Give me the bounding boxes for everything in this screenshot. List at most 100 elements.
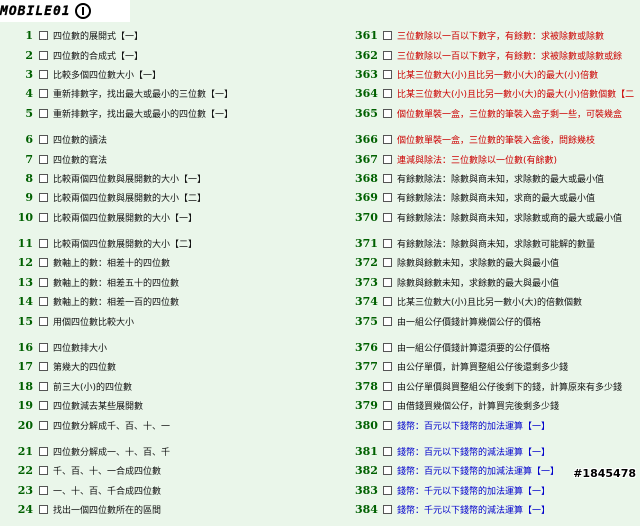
item-checkbox[interactable] xyxy=(383,135,392,145)
item-link[interactable]: 數軸上的數：相差十的四位數 xyxy=(53,256,170,269)
item-checkbox[interactable] xyxy=(39,401,48,411)
item-link[interactable]: 比較兩個四位數展開數的大小【二】 xyxy=(53,237,197,250)
item-link[interactable]: 第幾大的四位數 xyxy=(53,360,116,373)
item-checkbox[interactable] xyxy=(383,108,392,118)
item-checkbox[interactable] xyxy=(39,277,48,287)
item-link[interactable]: 連減與除法：三位數除以一位數(有餘數) xyxy=(397,153,557,166)
item-checkbox[interactable] xyxy=(39,258,48,268)
item-checkbox[interactable] xyxy=(383,297,392,307)
item-checkbox[interactable] xyxy=(383,447,392,456)
item-checkbox[interactable] xyxy=(383,89,392,99)
item-link[interactable]: 四位數的寫法 xyxy=(53,153,107,166)
item-checkbox[interactable] xyxy=(39,50,48,60)
item-link[interactable]: 數軸上的數：相差一百的四位數 xyxy=(53,295,179,308)
item-link[interactable]: 前三大(小)的四位數 xyxy=(53,380,132,393)
item-link[interactable]: 四位數的讀法 xyxy=(53,133,107,146)
item-number: 368 xyxy=(355,171,378,185)
item-number: 362 xyxy=(355,48,378,62)
item-link[interactable]: 比某三位數大(小)且比另一數小(大)的倍數個數 xyxy=(397,295,582,308)
item-link[interactable]: 比某三位數大(小)且比另一數小(大)的最大(小)倍數個數【二 xyxy=(397,87,634,100)
item-link[interactable]: 有餘數除法：除數與商未知，求除數可能解的數量 xyxy=(397,237,595,250)
item-link[interactable]: 三位數除以一百以下數字，有餘數：求被除數或除數或餘 xyxy=(397,49,622,62)
item-link[interactable]: 重新排數字，找出最大或最小的四位數【一】 xyxy=(53,107,233,120)
item-link[interactable]: 一、十、百、千合成四位數 xyxy=(53,484,161,497)
item-link[interactable]: 比較兩個四位數與展開數的大小【一】 xyxy=(53,172,206,185)
item-checkbox[interactable] xyxy=(383,316,392,326)
item-checkbox[interactable] xyxy=(383,343,392,353)
item-link[interactable]: 四位數排大小 xyxy=(53,341,107,354)
item-number: 364 xyxy=(355,87,378,101)
item-checkbox[interactable] xyxy=(39,362,48,372)
item-checkbox[interactable] xyxy=(383,362,392,372)
item-checkbox[interactable] xyxy=(383,69,392,79)
item-checkbox[interactable] xyxy=(383,154,392,164)
item-link[interactable]: 數軸上的數：相差五十的四位數 xyxy=(53,276,179,289)
item-checkbox[interactable] xyxy=(383,277,392,287)
item-checkbox[interactable] xyxy=(383,31,392,41)
item-checkbox[interactable] xyxy=(383,485,392,495)
item-link[interactable]: 用個四位數比較大小 xyxy=(53,315,134,328)
item-link[interactable]: 比較多個四位數大小【一】 xyxy=(53,68,161,81)
item-link[interactable]: 四位數分解成一、十、百、千 xyxy=(53,445,170,458)
item-checkbox[interactable] xyxy=(383,258,392,268)
item-checkbox[interactable] xyxy=(39,173,48,183)
item-link[interactable]: 錢幣：千元以下錢幣的加法運算【一】 xyxy=(397,484,550,497)
item-checkbox[interactable] xyxy=(39,297,48,307)
item-checkbox[interactable] xyxy=(39,108,48,118)
item-link[interactable]: 有餘數除法：除數與商未知，求除數或商的最大或最小值 xyxy=(397,211,622,224)
item-checkbox[interactable] xyxy=(383,505,392,515)
item-link[interactable]: 比較兩個四位數展開數的大小【一】 xyxy=(53,211,197,224)
item-link[interactable]: 比較兩個四位數與展開數的大小【二】 xyxy=(53,191,206,204)
item-checkbox[interactable] xyxy=(39,89,48,99)
item-checkbox[interactable] xyxy=(39,466,48,476)
item-checkbox[interactable] xyxy=(383,50,392,60)
item-checkbox[interactable] xyxy=(39,447,48,456)
item-link[interactable]: 錢幣：百元以下錢幣的加減法運算【一】 xyxy=(397,464,559,477)
item-link[interactable]: 錢幣：百元以下錢幣的減法運算【一】 xyxy=(397,445,550,458)
item-checkbox[interactable] xyxy=(39,135,48,145)
item-checkbox[interactable] xyxy=(39,239,48,249)
item-link[interactable]: 由公仔單價與買整組公仔後剩下的錢，計算原來有多少錢 xyxy=(397,380,622,393)
item-checkbox[interactable] xyxy=(39,381,48,391)
item-link[interactable]: 四位數的合成式【一】 xyxy=(53,49,143,62)
item-link[interactable]: 錢幣：千元以下錢幣的減法運算【一】 xyxy=(397,503,550,516)
item-link[interactable]: 有餘數除法：除數與商未知，求商的最大或最小值 xyxy=(397,191,595,204)
item-checkbox[interactable] xyxy=(383,381,392,391)
item-checkbox[interactable] xyxy=(383,173,392,183)
item-checkbox[interactable] xyxy=(39,154,48,164)
item-link[interactable]: 錢幣：百元以下錢幣的加法運算【一】 xyxy=(397,419,550,432)
item-link[interactable]: 由一組公仔價錢計算幾個公仔的價格 xyxy=(397,315,541,328)
item-checkbox[interactable] xyxy=(39,212,48,222)
item-checkbox[interactable] xyxy=(39,343,48,353)
item-link[interactable]: 千、百、十、一合成四位數 xyxy=(53,464,161,477)
item-checkbox[interactable] xyxy=(39,31,48,41)
item-checkbox[interactable] xyxy=(39,505,48,515)
item-checkbox[interactable] xyxy=(39,69,48,79)
item-checkbox[interactable] xyxy=(383,401,392,411)
item-checkbox[interactable] xyxy=(383,420,392,430)
item-link[interactable]: 有餘數除法：除數與商未知，求除數的最大或最小值 xyxy=(397,172,604,185)
item-number: 11 xyxy=(17,237,33,251)
item-checkbox[interactable] xyxy=(383,239,392,249)
item-checkbox[interactable] xyxy=(383,466,392,476)
item-checkbox[interactable] xyxy=(383,193,392,203)
item-link[interactable]: 由公仔單價，計算買整組公仔後還剩多少錢 xyxy=(397,360,568,373)
item-checkbox[interactable] xyxy=(383,212,392,222)
item-link[interactable]: 重新排數字，找出最大或最小的三位數【一】 xyxy=(53,87,233,100)
item-checkbox[interactable] xyxy=(39,420,48,430)
item-link[interactable]: 個位數單裝一盒，三位數的筆裝入盒子剩一些，可裝幾盒 xyxy=(397,107,622,120)
item-checkbox[interactable] xyxy=(39,193,48,203)
item-link[interactable]: 三位數除以一百以下數字，有餘數：求被除數或除數 xyxy=(397,29,604,42)
item-link[interactable]: 由借錢買幾個公仔，計算買完後剩多少錢 xyxy=(397,399,559,412)
item-checkbox[interactable] xyxy=(39,316,48,326)
item-link[interactable]: 四位數分解成千、百、十、一 xyxy=(53,419,170,432)
item-link[interactable]: 比某三位數大(小)且比另一數小(大)的最大(小)倍數 xyxy=(397,68,598,81)
item-link[interactable]: 四位數減去某些展開數 xyxy=(53,399,143,412)
item-checkbox[interactable] xyxy=(39,485,48,495)
item-link[interactable]: 由一組公仔價錢計算還須要的公仔價格 xyxy=(397,341,550,354)
item-link[interactable]: 除數與餘數未知，求餘數的最大與最小值 xyxy=(397,276,559,289)
item-link[interactable]: 四位數的展開式【一】 xyxy=(53,29,143,42)
item-link[interactable]: 找出一個四位數所在的區間 xyxy=(53,503,161,516)
item-link[interactable]: 個位數單裝一盒，三位數的筆裝入盒後，問餘幾枝 xyxy=(397,133,595,146)
item-link[interactable]: 除數與餘數未知，求除數的最大與最小值 xyxy=(397,256,559,269)
